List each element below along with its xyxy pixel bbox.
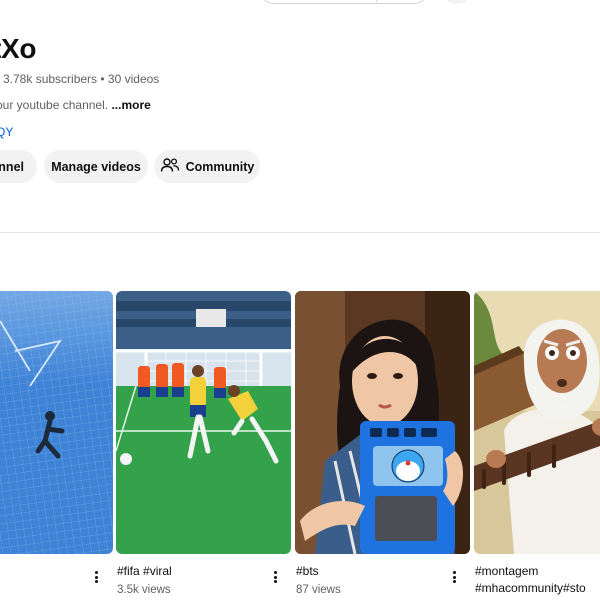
short-1-menu-icon[interactable]: [91, 569, 101, 585]
short-2-views: 3.5k views: [117, 584, 171, 596]
community-label: Community: [185, 159, 255, 174]
short-2-menu-icon[interactable]: [270, 569, 280, 585]
search-bar[interactable]: [260, 0, 428, 4]
channel-name: tXo: [0, 33, 37, 64]
description-text: our youtube channel.: [0, 98, 109, 112]
short-thumbnail-2[interactable]: [116, 291, 291, 554]
section-divider: [0, 232, 600, 233]
channel-link[interactable]: QY: [0, 125, 13, 139]
channel-meta: 3.78k subscribers • 30 videos: [3, 72, 159, 86]
customize-channel-label: annel: [0, 159, 24, 174]
short-thumbnail-4[interactable]: [474, 291, 600, 554]
community-icon: [160, 157, 180, 176]
short-thumbnail-1[interactable]: [0, 291, 113, 554]
short-4-title-line2[interactable]: #mhacommunity#sto: [475, 580, 586, 596]
customize-channel-button[interactable]: annel: [0, 150, 37, 183]
short-3-menu-icon[interactable]: [449, 569, 459, 585]
meta-separator: •: [97, 72, 108, 86]
voice-search-button[interactable]: [442, 0, 472, 4]
video-count: 30 videos: [107, 72, 160, 86]
short-4-title[interactable]: #montagem: [475, 563, 538, 579]
subscriber-count: 3.78k subscribers: [3, 72, 98, 86]
manage-videos-label: Manage videos: [51, 159, 141, 174]
community-button[interactable]: Community: [154, 150, 260, 183]
short-3-views: 87 views: [296, 584, 341, 596]
short-2-title[interactable]: #fifa #viral: [117, 563, 172, 579]
more-link[interactable]: ...more: [111, 98, 150, 112]
channel-description: our youtube channel. ...more: [0, 98, 151, 112]
short-3-title[interactable]: #bts: [296, 563, 319, 579]
manage-videos-button[interactable]: Manage videos: [44, 150, 148, 183]
short-thumbnail-3[interactable]: [295, 291, 470, 554]
